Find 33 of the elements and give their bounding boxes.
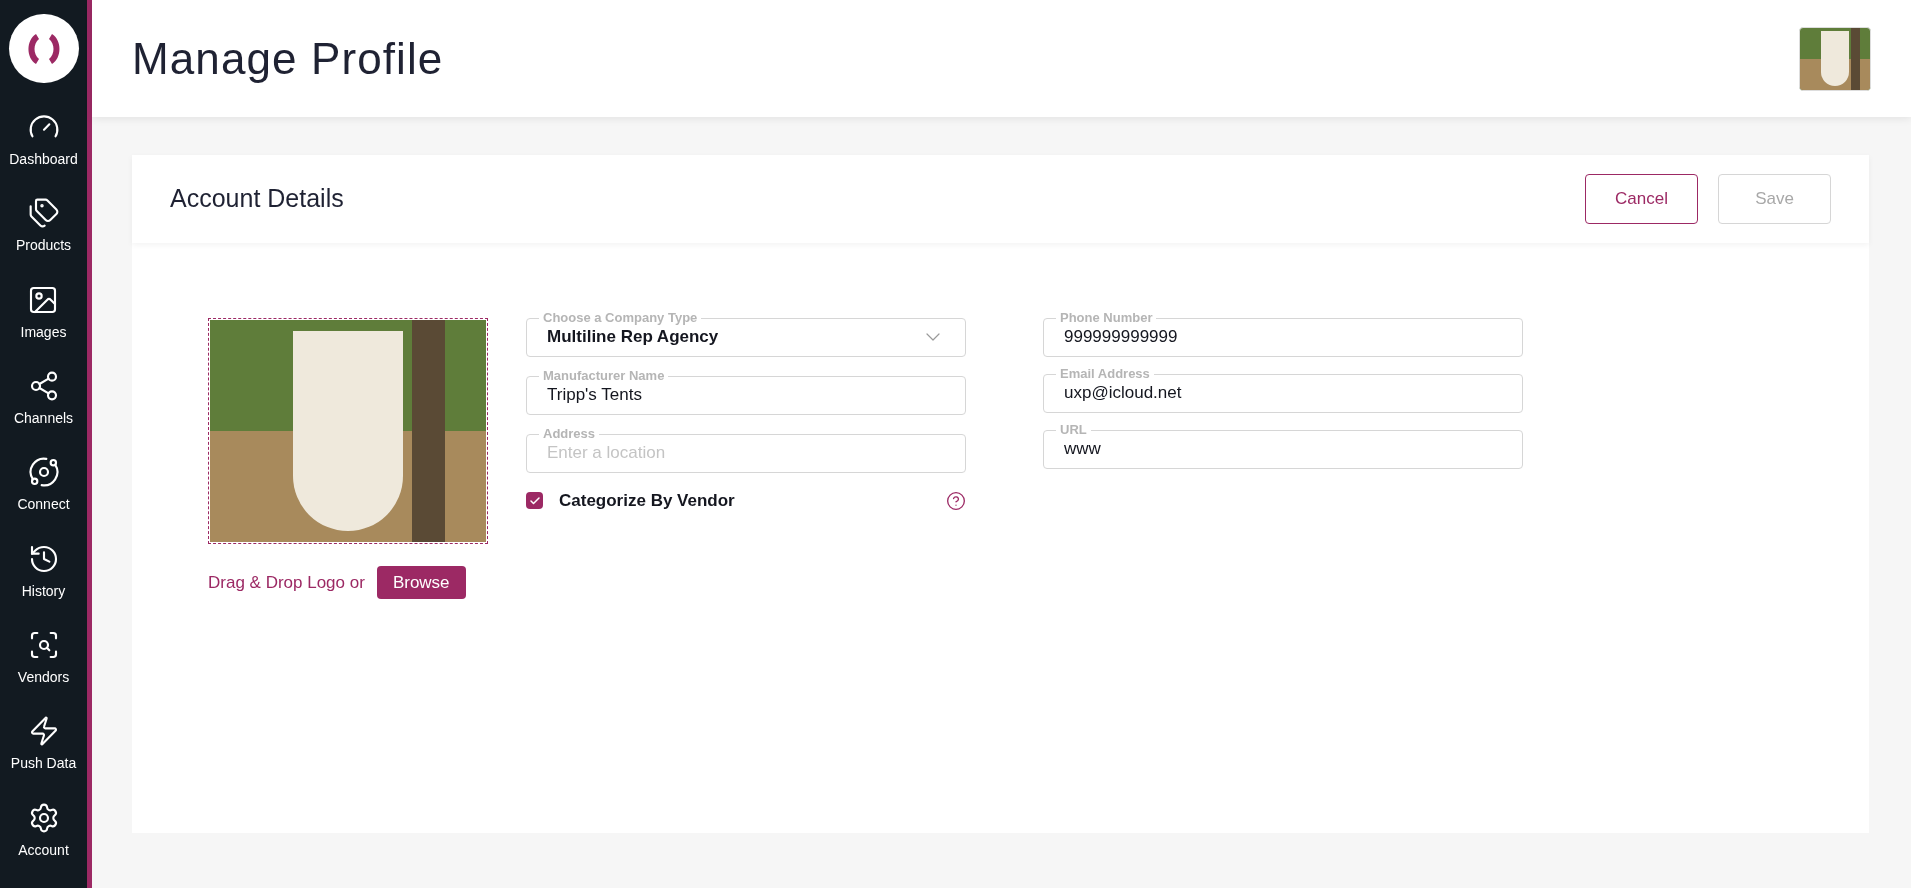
checkbox-label: Categorize By Vendor	[559, 490, 735, 512]
sidebar-item[interactable]: Products	[15, 197, 72, 284]
field-value: www	[1064, 438, 1101, 461]
avatar-photo	[1799, 26, 1871, 91]
field-label: Manufacturer Name	[542, 367, 666, 385]
sidebar-item[interactable]: History	[21, 542, 66, 630]
field-placeholder: Enter a location	[547, 442, 666, 465]
page-title: Manage Profile	[132, 32, 444, 85]
tags-icon	[27, 197, 60, 230]
field-value: Multiline Rep Agency	[547, 326, 719, 349]
browse-button[interactable]: Browse	[376, 566, 466, 599]
check-icon	[528, 494, 541, 507]
sidebar-item[interactable]: Vendors	[17, 629, 70, 716]
sidebar-item[interactable]: Account	[18, 801, 69, 888]
sidebar-item[interactable]: Push Data	[10, 715, 77, 802]
orbit-icon	[27, 456, 60, 489]
card-title: Account Details	[170, 183, 344, 215]
help-icon[interactable]	[946, 490, 966, 511]
sidebar-item[interactable]: Images	[20, 283, 67, 371]
field-value: uxp@icloud.net	[1064, 382, 1182, 405]
sidebar-item[interactable]: Channels	[13, 370, 74, 457]
field-label: Address	[542, 425, 597, 443]
field-label: URL	[1059, 421, 1088, 439]
field-value: 999999999999	[1064, 326, 1178, 349]
drag-drop-hint: Drag & Drop Logo or	[208, 571, 365, 594]
field-label: Email Address	[1059, 365, 1151, 383]
field-label: Choose a Company Type	[542, 309, 699, 327]
sidebar-item[interactable]: Dashboard	[9, 111, 78, 198]
checkbox[interactable]	[526, 492, 543, 510]
field-label: Phone Number	[1059, 309, 1154, 327]
cancel-button[interactable]: Cancel	[1585, 174, 1698, 224]
field-value: Tripp's Tents	[547, 384, 642, 407]
sidebar-item[interactable]: Connect	[17, 456, 70, 543]
